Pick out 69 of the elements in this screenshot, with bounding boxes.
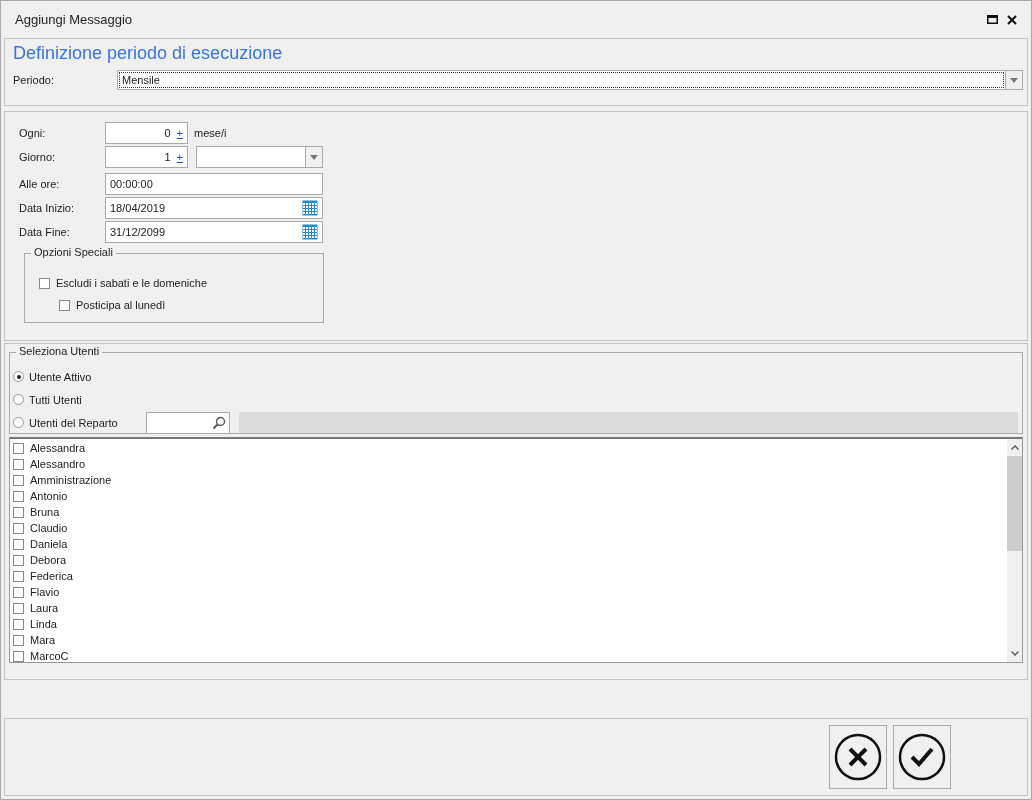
scroll-up-icon	[1010, 445, 1019, 450]
radio-label: Utenti del Reparto	[29, 416, 119, 429]
checkbox[interactable]	[13, 586, 24, 598]
field-label: Ogni:	[19, 127, 47, 139]
close-button[interactable]	[1006, 13, 1018, 26]
field-label: Data Fine:	[19, 226, 71, 238]
field-label: Alle ore:	[19, 178, 61, 190]
radio-button[interactable]	[13, 371, 24, 382]
calendar-icon[interactable]	[302, 200, 318, 216]
user-name: MarcoC	[30, 650, 69, 662]
user-name: Daniela	[30, 538, 68, 550]
search-icon	[212, 415, 226, 430]
time-field[interactable]: 00:00:00	[105, 173, 323, 195]
checkbox[interactable]	[13, 442, 24, 454]
dropdown-arrow-icon	[310, 154, 318, 160]
field-label: Data Inizio:	[19, 202, 76, 214]
user-name: Mara	[30, 634, 56, 646]
field-label: Periodo:	[13, 74, 55, 86]
dropdown-arrow-icon	[1010, 77, 1018, 83]
group-title: Opzioni Speciali	[31, 246, 116, 258]
checkbox[interactable]	[13, 474, 24, 486]
checkbox[interactable]	[13, 522, 24, 534]
checkbox[interactable]	[13, 506, 24, 518]
unit-label: mese/i	[194, 127, 227, 139]
user-name: Bruna	[30, 506, 60, 518]
user-name: Federica	[30, 570, 73, 582]
radio-label: Utente Attivo	[29, 370, 93, 383]
user-name: Alessandra	[30, 442, 86, 454]
number-field[interactable]: 0 +	[105, 122, 188, 144]
group-title: Seleziona Utenti	[16, 345, 103, 357]
confirm-button[interactable]	[893, 725, 951, 789]
radio-label: Tutti Utenti	[29, 393, 83, 406]
user-name: Debora	[30, 554, 67, 566]
section-title: Definizione periodo di esecuzione	[13, 43, 284, 64]
user-name: Alessandro	[30, 458, 86, 470]
checkbox[interactable]	[13, 602, 24, 614]
checkbox[interactable]	[13, 554, 24, 566]
checkbox[interactable]	[13, 538, 24, 550]
checkbox[interactable]	[59, 299, 70, 311]
checkbox[interactable]	[13, 490, 24, 502]
checkbox[interactable]	[13, 634, 24, 646]
checkbox-label: Escludi i sabati e le domeniche	[56, 277, 208, 289]
radio-button[interactable]	[13, 394, 24, 405]
user-name: Antonio	[30, 490, 68, 502]
user-name: Claudio	[30, 522, 68, 534]
radio-button[interactable]	[13, 417, 24, 428]
user-name: Linda	[30, 618, 57, 630]
checkbox[interactable]	[13, 650, 24, 662]
checkbox[interactable]	[39, 277, 50, 289]
search-field[interactable]	[146, 411, 230, 434]
calendar-icon[interactable]	[302, 224, 318, 240]
number-field[interactable]: 1 +	[105, 146, 188, 168]
checkbox[interactable]	[13, 618, 24, 630]
day-dropdown[interactable]	[196, 146, 323, 168]
scroll-down-icon	[1010, 651, 1019, 656]
window-title: Aggiungi Messaggio	[15, 12, 134, 27]
period-dropdown[interactable]: Mensile	[117, 70, 1023, 90]
field-label: Giorno:	[19, 151, 57, 163]
user-name: Flavio	[30, 586, 60, 598]
checkbox[interactable]	[13, 458, 24, 470]
date-field[interactable]: 18/04/2019	[105, 197, 323, 219]
user-name: Laura	[30, 602, 59, 614]
maximize-button[interactable]	[986, 13, 998, 26]
checkbox-label: Posticipa al lunedì	[76, 299, 166, 311]
user-name: Amministrazione	[30, 474, 112, 486]
checkbox[interactable]	[13, 570, 24, 582]
scrollbar[interactable]	[1007, 439, 1022, 662]
date-field[interactable]: 31/12/2099	[105, 221, 323, 243]
cancel-button[interactable]	[829, 725, 887, 789]
